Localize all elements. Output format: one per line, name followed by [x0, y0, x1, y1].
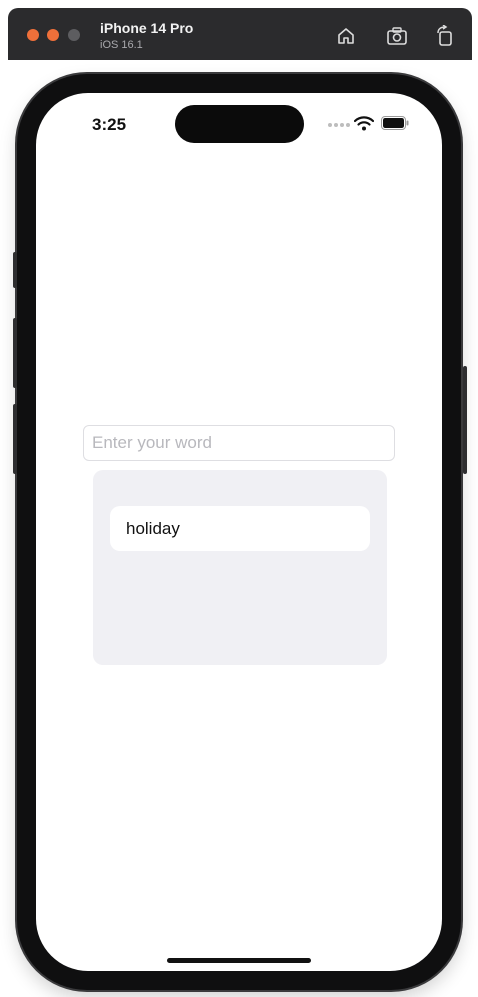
word-list: holiday	[93, 470, 387, 665]
volume-up-button	[13, 318, 17, 388]
status-time: 3:25	[92, 115, 127, 134]
list-item-label: holiday	[126, 518, 180, 538]
screenshot-button[interactable]	[386, 25, 410, 47]
screenshot-icon	[387, 27, 407, 45]
simulator-title-bar: iPhone 14 Pro iOS 16.1	[8, 8, 472, 60]
home-button[interactable]	[334, 25, 358, 47]
home-icon	[338, 28, 354, 44]
close-window-button[interactable]	[27, 29, 39, 41]
minimize-window-button[interactable]	[47, 29, 59, 41]
os-version: iOS 16.1	[100, 39, 143, 51]
list-item[interactable]: holiday	[110, 506, 370, 551]
rotate-icon	[437, 25, 452, 46]
dynamic-island	[175, 105, 304, 143]
word-input[interactable]	[83, 425, 395, 461]
wifi-icon	[354, 116, 374, 131]
rotate-button[interactable]	[433, 25, 457, 47]
volume-down-button	[13, 404, 17, 474]
silent-switch	[13, 252, 17, 288]
device-screen: 3:25 holiday	[36, 93, 442, 971]
home-indicator[interactable]	[167, 958, 311, 963]
cellular-signal-icon	[328, 123, 350, 127]
power-button	[463, 366, 467, 474]
zoom-window-button[interactable]	[68, 29, 80, 41]
device-name: iPhone 14 Pro	[100, 20, 194, 36]
battery-icon	[381, 116, 409, 130]
